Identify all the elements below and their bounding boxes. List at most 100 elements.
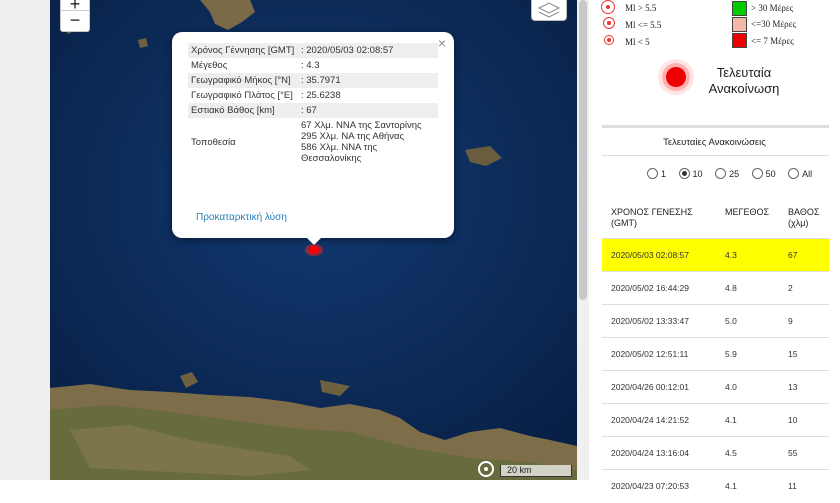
- row-mag: 4.1: [725, 415, 737, 425]
- latest-announcement-label[interactable]: Τελευταία Ανακοίνωση: [689, 65, 799, 97]
- close-icon[interactable]: ×: [438, 35, 446, 51]
- legend-age-month: <=30 Μέρες: [751, 19, 797, 29]
- legend-mag-small: Ml < 5: [625, 37, 650, 47]
- scrollbar-thumb[interactable]: [579, 0, 587, 300]
- count-option-50[interactable]: 50: [751, 168, 776, 179]
- popup-row-longitude: Γεωγραφικό Πλάτος [°E] : 25.6238: [188, 88, 438, 103]
- popup-label: Γεωγραφικό Μήκος [°N]: [188, 73, 298, 88]
- table-row[interactable]: 2020/05/02 12:51:11 5.9 15: [602, 337, 829, 371]
- radio-50[interactable]: [751, 168, 763, 179]
- row-time: 2020/05/02 16:44:29: [611, 283, 689, 293]
- count-option-all[interactable]: All: [788, 168, 812, 179]
- zoom-out-button[interactable]: −: [61, 11, 89, 31]
- preliminary-solution-link[interactable]: Προκαταρκτική λύση: [196, 212, 287, 223]
- popup-label: Χρόνος Γέννησης [GMT]: [188, 43, 298, 58]
- legend-mag-medium: Ml <= 5.5: [625, 20, 662, 30]
- announcement-line2: Ανακοίνωση: [708, 81, 780, 96]
- popup-row-magnitude: Μέγεθος : 4.3: [188, 58, 438, 73]
- divider: [602, 125, 829, 128]
- row-mag: 4.8: [725, 283, 737, 293]
- popup-details-table: Χρόνος Γέννησης [GMT] : 2020/05/03 02:08…: [188, 43, 438, 166]
- table-row[interactable]: 2020/05/03 02:08:57 4.3 67: [602, 238, 829, 272]
- magnitude-large-symbol-icon: [601, 0, 615, 14]
- legend-mag-large: Ml > 5.5: [625, 3, 657, 13]
- row-depth: 55: [788, 448, 798, 458]
- divider: [602, 155, 829, 156]
- popup-value: : 35.7971: [298, 73, 438, 88]
- popup-row-location: Τοποθεσία 67 Χλμ. ΝΝΑ της Σαντορίνης 295…: [188, 118, 438, 166]
- row-mag: 4.5: [725, 448, 737, 458]
- row-mag: 4.1: [725, 481, 737, 491]
- popup-value: : 67: [298, 103, 438, 118]
- legend-age-old: > 30 Μέρες: [751, 3, 794, 13]
- radio-25[interactable]: [715, 168, 727, 179]
- row-depth: 11: [788, 481, 797, 491]
- row-depth: 67: [788, 250, 798, 260]
- header-depth-line1: ΒΑΘΟΣ: [788, 207, 820, 217]
- row-mag: 5.0: [725, 316, 737, 326]
- count-option-label: All: [802, 169, 813, 179]
- header-time-line1: ΧΡΟΝΟΣ ΓΕΝΕΣΗΣ: [611, 207, 693, 217]
- magnitude-small-symbol-icon: [604, 35, 614, 45]
- row-mag: 4.3: [725, 250, 737, 260]
- announcement-line1: Τελευταία: [716, 65, 772, 80]
- row-time: 2020/05/02 12:51:11: [611, 349, 689, 359]
- radio-all[interactable]: [788, 168, 800, 179]
- count-option-label: 10: [692, 169, 703, 179]
- count-option-25[interactable]: 25: [715, 168, 739, 179]
- popup-label: Μέγεθος: [191, 60, 228, 71]
- row-time: 2020/05/03 02:08:57: [611, 250, 689, 260]
- row-time: 2020/04/23 07:20:53: [611, 481, 689, 491]
- latest-announcement-icon[interactable]: [666, 67, 686, 87]
- row-depth: 9: [788, 316, 793, 326]
- popup-row-depth: Εστιακό Βάθος [km] : 67: [188, 103, 438, 118]
- count-option-label: 1: [661, 169, 667, 179]
- header-time-line2: (GMT): [611, 218, 637, 228]
- map-view[interactable]: + − × Χρόνος Γέννησης [GMT] : 2020/05/03…: [50, 0, 577, 480]
- popup-row-latitude: Γεωγραφικό Μήκος [°N] : 35.7971: [188, 73, 438, 88]
- popup-row-time: Χρόνος Γέννησης [GMT] : 2020/05/03 02:08…: [188, 43, 438, 58]
- count-option-10[interactable]: 10: [678, 168, 703, 179]
- header-depth-line2: (χλμ): [788, 218, 809, 228]
- header-magnitude: ΜΕΓΕΘΟΣ: [725, 207, 770, 217]
- age-color-swatch: [732, 17, 747, 32]
- left-margin: [0, 0, 50, 480]
- popup-value: : 2020/05/03 02:08:57: [298, 43, 438, 58]
- table-row[interactable]: 2020/04/26 00:12:01 4.0 13: [602, 370, 829, 404]
- table-row[interactable]: 2020/05/02 13:33:47 5.0 9: [602, 304, 829, 338]
- scrollbar[interactable]: [577, 0, 589, 480]
- row-time: 2020/04/24 14:21:52: [611, 415, 689, 425]
- header-depth: ΒΑΘΟΣ (χλμ): [788, 207, 819, 229]
- row-mag: 4.0: [725, 382, 737, 392]
- count-option-label: 50: [765, 169, 776, 179]
- count-option-label: 25: [729, 169, 740, 179]
- popup-label: Εστιακό Βάθος [km]: [188, 103, 298, 118]
- popup-value: 67 Χλμ. ΝΝΑ της Σαντορίνης 295 Χλμ. ΝΑ τ…: [301, 120, 422, 164]
- age-color-swatch: [732, 1, 747, 16]
- row-mag: 5.9: [725, 349, 737, 359]
- count-option-1[interactable]: 1: [647, 168, 666, 179]
- age-color-swatch: [732, 33, 747, 48]
- locate-icon[interactable]: [478, 461, 494, 477]
- side-panel: Ml > 5.5 Ml <= 5.5 Ml < 5 > 30 Μέρες <=3…: [589, 0, 840, 491]
- radio-10[interactable]: [678, 168, 690, 179]
- radio-1[interactable]: [647, 168, 658, 179]
- legend-age-week: <= 7 Μέρες: [751, 36, 794, 46]
- layers-icon: [537, 2, 561, 18]
- layers-button[interactable]: [531, 0, 567, 21]
- row-depth: 10: [788, 415, 798, 425]
- table-row[interactable]: 2020/04/24 13:16:04 4.5 55: [602, 436, 829, 470]
- earthquake-popup: × Χρόνος Γέννησης [GMT] : 2020/05/03 02:…: [172, 32, 454, 238]
- popup-value: : 25.6238: [301, 90, 341, 101]
- row-depth: 15: [788, 349, 798, 359]
- row-time: 2020/05/02 13:33:47: [611, 316, 689, 326]
- row-depth: 2: [788, 283, 793, 293]
- earthquake-marker-icon[interactable]: [304, 243, 324, 257]
- popup-value: : 4.3: [301, 60, 320, 71]
- latest-announcements-title: Τελευταίες Ανακοινώσεις: [663, 137, 766, 148]
- table-row[interactable]: 2020/04/23 07:20:53 4.1 11: [602, 469, 829, 503]
- magnitude-medium-symbol-icon: [603, 17, 615, 29]
- table-row[interactable]: 2020/04/24 14:21:52 4.1 10: [602, 403, 829, 437]
- count-selector: 1 10 25 50 All: [647, 168, 822, 179]
- table-row[interactable]: 2020/05/02 16:44:29 4.8 2: [602, 271, 829, 305]
